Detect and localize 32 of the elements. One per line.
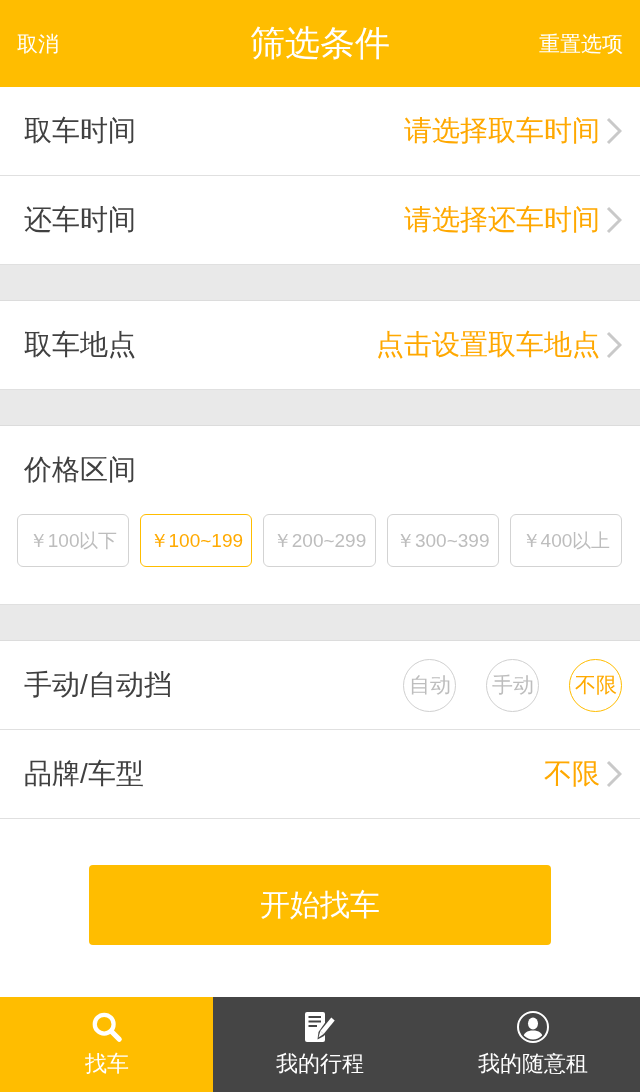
search-icon (90, 1010, 123, 1043)
price-option[interactable]: ￥300~399 (386, 514, 499, 567)
chevron-right-icon (606, 206, 622, 234)
search-button[interactable]: 开始找车 (89, 865, 551, 945)
section-label: 价格区间 (24, 453, 136, 487)
nav-tab[interactable]: 找车 (0, 997, 214, 1092)
cancel-button[interactable]: 取消 (17, 29, 59, 58)
price-option[interactable]: ￥100~199 (140, 514, 253, 567)
gear-option[interactable]: 不限 (569, 658, 622, 712)
chevron-right-icon (606, 117, 622, 145)
price-option[interactable]: ￥200~299 (263, 514, 376, 567)
gear-option[interactable]: 自动 (403, 658, 456, 712)
row-label: 手动/自动挡 (24, 668, 172, 702)
value-selector[interactable]: 点击设置取车地点 (376, 326, 622, 364)
row-label: 取车地点 (24, 328, 136, 362)
chevron-right-icon (606, 760, 622, 788)
nav-tab[interactable]: 我的随意租 (426, 997, 640, 1092)
row-label: 品牌/车型 (24, 757, 144, 791)
value-selector[interactable]: 不限 (544, 755, 622, 793)
row-label: 取车时间 (24, 114, 136, 148)
row-label: 还车时间 (24, 203, 136, 237)
chevron-right-icon (606, 331, 622, 359)
price-option[interactable]: ￥100以下 (17, 514, 130, 567)
value-selector[interactable]: 请选择还车时间 (404, 201, 622, 239)
gear-option[interactable]: 手动 (486, 658, 539, 712)
person-circle-icon (517, 1010, 550, 1043)
value-selector[interactable]: 请选择取车时间 (404, 112, 622, 150)
nav-tab[interactable]: 我的行程 (213, 997, 427, 1092)
page-title: 筛选条件 (250, 22, 390, 64)
reset-button[interactable]: 重置选项 (539, 29, 623, 58)
price-option[interactable]: ￥400以上 (509, 514, 622, 567)
document-pencil-icon (304, 1010, 336, 1043)
